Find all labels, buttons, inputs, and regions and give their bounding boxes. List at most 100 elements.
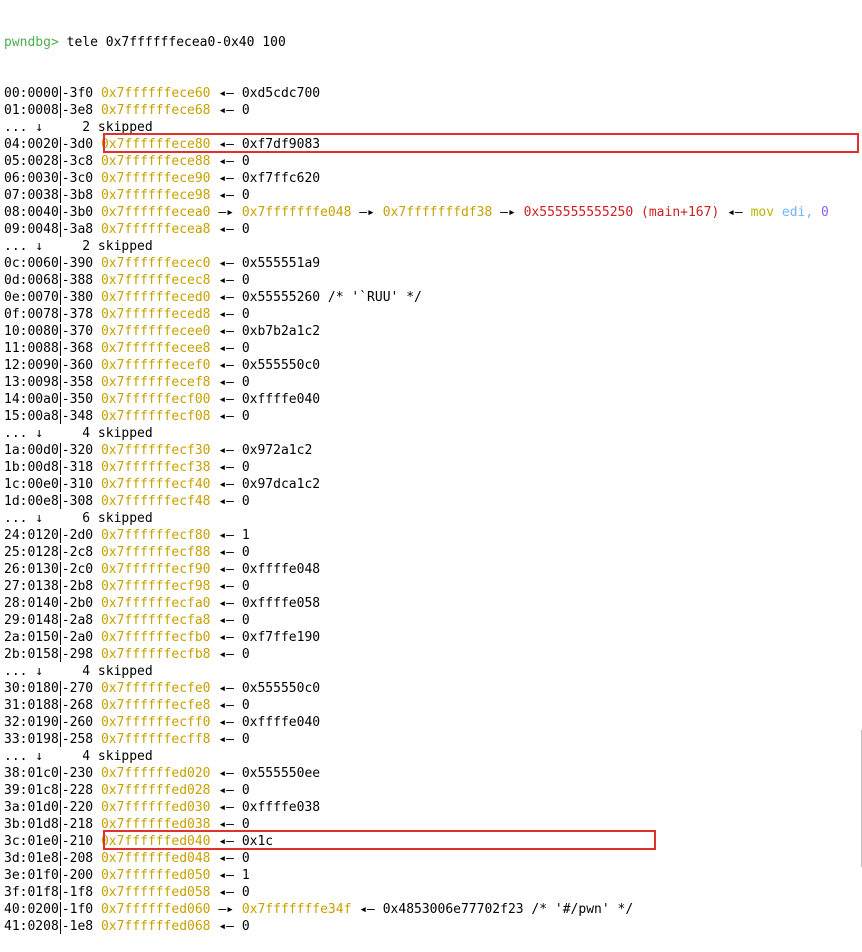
deref-arrow-icon: ◂— <box>218 256 234 271</box>
row-value: 0 <box>241 851 250 866</box>
stack-address: 0x7ffffffecf08 <box>100 409 211 424</box>
row-index: 14:00a0 <box>4 392 59 407</box>
row-index: 2a:0150 <box>4 630 59 645</box>
stack-address: 0x7ffffffecf40 <box>100 477 211 492</box>
row-offset: -2a8 <box>61 613 94 628</box>
stack-address: 0x7ffffffece60 <box>100 86 211 101</box>
deref-arrow-icon: ◂— <box>218 562 234 577</box>
stack-address: 0x7ffffffecf88 <box>100 545 211 560</box>
skipped-line: ... ↓ 2 skipped <box>4 119 860 136</box>
row-offset: -378 <box>61 307 94 322</box>
row-offset: -318 <box>61 460 94 475</box>
column-separator <box>59 443 61 458</box>
row-offset: -270 <box>61 681 94 696</box>
column-separator <box>59 800 61 815</box>
row-value: 0 <box>241 817 250 832</box>
row-index: 31:0188 <box>4 698 59 713</box>
column-separator <box>59 698 61 713</box>
stack-row: 04:0020 -3d0 0x7ffffffece80 ◂— 0xf7df9083 <box>4 136 860 153</box>
column-separator <box>59 375 61 390</box>
deref-arrow-icon: ◂— <box>218 358 234 373</box>
stack-address: 0x7ffffffecef8 <box>100 375 211 390</box>
row-index: 1b:00d8 <box>4 460 59 475</box>
row-index: 25:0128 <box>4 545 59 560</box>
row-value: 0xf7ffc620 <box>241 171 321 186</box>
row-index: 26:0130 <box>4 562 59 577</box>
column-separator <box>59 766 61 781</box>
row-index: 3f:01f8 <box>4 885 59 900</box>
stack-row: 41:0208 -1e8 0x7ffffffed068 ◂— 0 <box>4 918 860 935</box>
row-value: 0x55555260 /* '`RUU' */ <box>241 290 422 305</box>
row-value: 0x1c <box>241 834 274 849</box>
row-offset: -348 <box>61 409 94 424</box>
deref-arrow-icon: ◂— <box>218 443 234 458</box>
row-offset: -3d0 <box>61 137 94 152</box>
column-separator <box>59 358 61 373</box>
row-index: 40:0200 <box>4 902 59 917</box>
deref-arrow-icon: ◂— <box>218 800 234 815</box>
row-offset: -358 <box>61 375 94 390</box>
row-value: 0x972a1c2 <box>241 443 313 458</box>
stack-address: 0x7ffffffece80 <box>100 137 211 152</box>
stack-address: 0x7ffffffecf80 <box>100 528 211 543</box>
row-offset: -268 <box>61 698 94 713</box>
row-index: 04:0020 <box>4 137 59 152</box>
stack-row: 0c:0060 -390 0x7ffffffecec0 ◂— 0x555551a9 <box>4 255 860 272</box>
column-separator <box>59 137 61 152</box>
row-index: 28:0140 <box>4 596 59 611</box>
deref-arrow-icon: ◂— <box>218 783 234 798</box>
stack-address: 0x7ffffffecf98 <box>100 579 211 594</box>
row-value: 0 <box>241 783 250 798</box>
stack-row: 0d:0068 -388 0x7ffffffecec8 ◂— 0 <box>4 272 860 289</box>
code-pointer: 0x555555555250 (main+167) <box>523 205 720 220</box>
stack-address: 0x7ffffffed028 <box>100 783 211 798</box>
command-line[interactable]: pwndbg> tele 0x7ffffffecea0-0x40 100 <box>4 34 860 51</box>
stack-row: 28:0140 -2b0 0x7ffffffecfa0 ◂— 0xffffe058 <box>4 595 860 612</box>
stack-row: 1d:00e8 -308 0x7ffffffecf48 ◂— 0 <box>4 493 860 510</box>
row-value: 0 <box>241 222 250 237</box>
deref-arrow-icon: ◂— <box>218 290 234 305</box>
pwndbg-prompt: pwndbg> <box>4 35 59 50</box>
deref-arrow-icon: ◂— <box>218 375 234 390</box>
stack-address: 0x7ffffffed038 <box>100 817 211 832</box>
stack-address: 0x7ffffffece90 <box>100 171 211 186</box>
row-value: 0 <box>241 273 250 288</box>
stack-address: 0x7ffffffecfe0 <box>100 681 211 696</box>
stack-row: 27:0138 -2b8 0x7ffffffecf98 ◂— 0 <box>4 578 860 595</box>
skipped-text: ... ↓ 2 skipped <box>4 120 153 135</box>
row-offset: -308 <box>61 494 94 509</box>
row-index: 0c:0060 <box>4 256 59 271</box>
column-separator <box>59 902 61 917</box>
stack-row: 1b:00d8 -318 0x7ffffffecf38 ◂— 0 <box>4 459 860 476</box>
stack-row: 00:0000 -3f0 0x7ffffffece60 ◂— 0xd5cdc700 <box>4 85 860 102</box>
column-separator <box>59 307 61 322</box>
column-separator <box>59 188 61 203</box>
deref-arrow-icon: ◂— <box>218 596 234 611</box>
column-separator <box>59 715 61 730</box>
stack-row: 08:0040 -3b0 0x7ffffffecea0 —▸ 0x7fffffff… <box>4 204 860 221</box>
instruction-register: edi, <box>781 205 814 220</box>
row-offset: -370 <box>61 324 94 339</box>
deref-arrow-icon: ◂— <box>218 409 234 424</box>
row-value: 0 <box>241 188 250 203</box>
column-separator <box>59 273 61 288</box>
stack-address: 0x7ffffffed040 <box>100 834 211 849</box>
row-index: 08:0040 <box>4 205 59 220</box>
row-offset: -2b0 <box>61 596 94 611</box>
row-value: 0xffffe058 <box>241 596 321 611</box>
column-separator <box>59 596 61 611</box>
stack-address: 0x7ffffffecff0 <box>100 715 211 730</box>
row-value: 1 <box>241 868 250 883</box>
skipped-line: ... ↓ 6 skipped <box>4 510 860 527</box>
column-separator <box>59 205 61 220</box>
row-index: 27:0138 <box>4 579 59 594</box>
stack-address: 0x7ffffffecf90 <box>100 562 211 577</box>
stack-address: 0x7ffffffece88 <box>100 154 211 169</box>
row-value: 0 <box>241 732 250 747</box>
column-separator <box>59 222 61 237</box>
stack-row: 05:0028 -3c8 0x7ffffffece88 ◂— 0 <box>4 153 860 170</box>
deref-arrow-icon: ◂— <box>218 919 234 934</box>
stack-address: 0x7ffffffecfa8 <box>100 613 211 628</box>
deref-arrow-icon: ◂— <box>218 103 234 118</box>
column-separator <box>59 341 61 356</box>
